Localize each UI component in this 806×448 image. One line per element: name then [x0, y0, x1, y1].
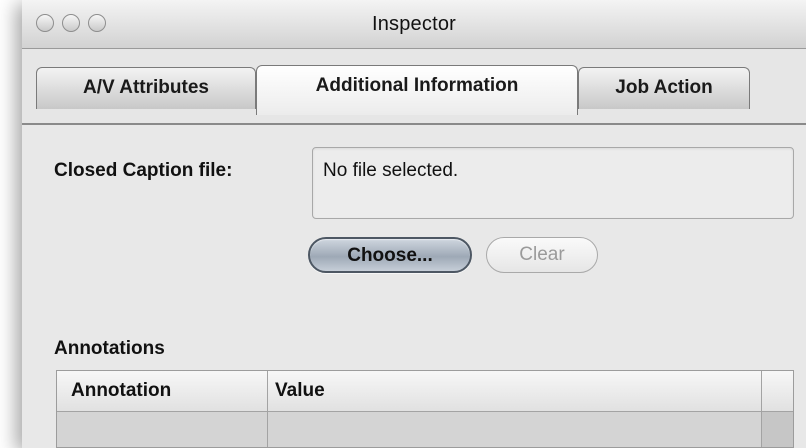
table-header: Annotation Value: [57, 371, 793, 412]
column-divider[interactable]: [267, 371, 268, 447]
table-row[interactable]: [57, 412, 793, 447]
closed-caption-file-value: No file selected.: [323, 160, 459, 181]
column-divider: [761, 371, 762, 447]
closed-caption-file-field[interactable]: No file selected.: [312, 147, 794, 219]
tab-additional-information[interactable]: Additional Information: [256, 65, 578, 115]
tab-av-attributes[interactable]: A/V Attributes: [36, 67, 256, 109]
window-title: Inspector: [371, 13, 457, 35]
annotations-heading: Annotations: [54, 338, 165, 359]
tab-content-panel: Closed Caption file: No file selected. C…: [22, 125, 806, 448]
annotations-table[interactable]: Annotation Value: [56, 370, 794, 448]
closed-caption-label: Closed Caption file:: [54, 160, 233, 181]
vertical-scrollbar[interactable]: [762, 412, 793, 447]
tab-bar: A/V Attributes Additional Information Jo…: [22, 49, 806, 125]
choose-button[interactable]: Choose...: [308, 237, 472, 273]
title-bar[interactable]: Inspector: [22, 0, 806, 49]
column-header-value[interactable]: Value: [275, 371, 325, 411]
tab-job-action[interactable]: Job Action: [578, 67, 750, 109]
inspector-window: Inspector A/V Attributes Additional Info…: [22, 0, 806, 448]
clear-button[interactable]: Clear: [486, 237, 598, 273]
column-header-annotation[interactable]: Annotation: [71, 371, 171, 411]
